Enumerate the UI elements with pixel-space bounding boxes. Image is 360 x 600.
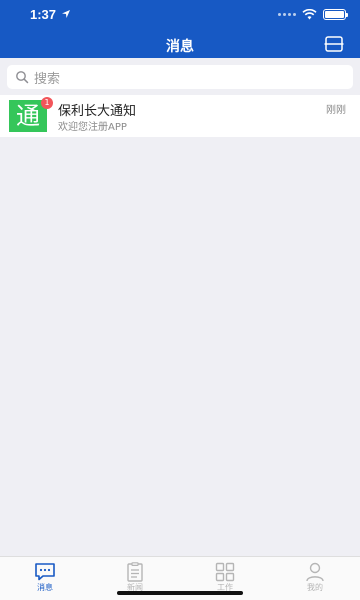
search-input[interactable]: 搜索: [7, 65, 353, 89]
search-bar: 搜索: [0, 58, 360, 94]
search-placeholder: 搜索: [34, 71, 61, 87]
status-indicators: [278, 9, 348, 20]
location-arrow-icon: [62, 10, 70, 18]
unread-badge: 1: [41, 97, 53, 109]
battery-icon: [323, 9, 348, 20]
tab-messages[interactable]: 消息: [0, 557, 90, 600]
status-bar: 1:37: [0, 0, 360, 30]
message-icon: [35, 563, 55, 581]
tab-label: 我的: [307, 583, 323, 592]
profile-icon: [306, 562, 324, 582]
news-icon: [127, 562, 143, 582]
status-time: 1:37: [30, 7, 57, 22]
home-indicator[interactable]: [117, 591, 243, 595]
message-time: 刚刚: [326, 105, 346, 116]
page-title: 消息: [166, 39, 194, 55]
header: 1:37 消息: [0, 0, 360, 58]
tab-profile[interactable]: 我的: [270, 557, 360, 600]
message-title: 保利长大通知: [58, 104, 137, 119]
list-item[interactable]: 通 1 保利长大通知 欢迎您注册APP 刚刚: [0, 95, 360, 137]
scan-icon[interactable]: [324, 36, 344, 52]
work-grid-icon: [215, 562, 235, 582]
message-preview: 欢迎您注册APP: [58, 122, 127, 133]
tab-label: 消息: [37, 583, 53, 592]
wifi-icon: [302, 9, 317, 20]
search-icon: [16, 71, 29, 84]
cellular-signal-icon: [278, 13, 296, 16]
